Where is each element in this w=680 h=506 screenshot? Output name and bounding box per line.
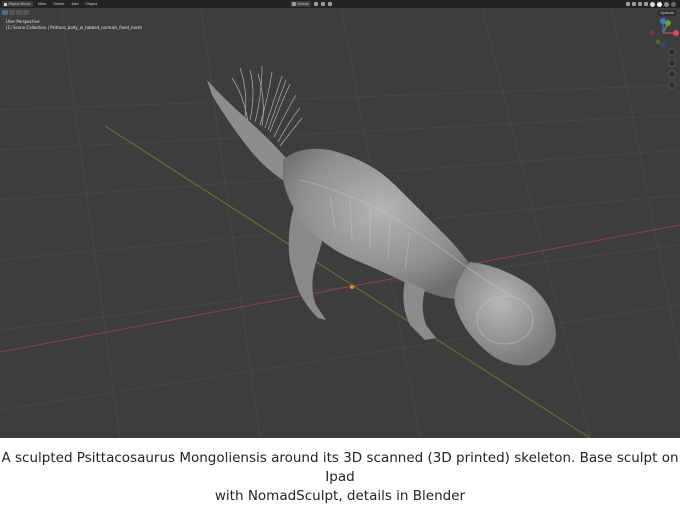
material-shading-icon[interactable] <box>664 1 669 7</box>
wireframe-shading-icon[interactable] <box>650 1 655 7</box>
3d-viewport[interactable]: Object Mode View Select Add Object Globa… <box>0 0 680 438</box>
orientation-label: Global <box>297 1 309 6</box>
neg-z-axis-icon[interactable] <box>660 42 666 48</box>
viewport-scene[interactable] <box>0 0 680 438</box>
rendered-shading-icon[interactable] <box>671 1 676 7</box>
transform-orientation-dropdown[interactable]: Global <box>290 1 311 7</box>
visibility-icon[interactable] <box>626 2 630 6</box>
camera-icon[interactable] <box>668 70 676 78</box>
origin-marker[interactable] <box>350 285 354 289</box>
menu-object[interactable]: Object <box>84 0 100 8</box>
image-caption: A sculpted Psittacosaurus Mongoliensis a… <box>0 449 680 506</box>
overlay-toggle-icon[interactable] <box>638 2 642 6</box>
object-mode-icon <box>4 2 7 6</box>
select-toolbar <box>2 10 29 15</box>
menu-add[interactable]: Add <box>69 0 80 8</box>
select-invert-icon[interactable] <box>23 10 29 15</box>
zoom-icon[interactable] <box>668 48 676 56</box>
pivot-icon[interactable] <box>313 2 318 6</box>
x-axis-icon[interactable] <box>673 30 679 36</box>
z-axis-icon[interactable] <box>660 18 666 24</box>
mode-label: Object Mode <box>8 1 31 6</box>
head <box>454 262 556 366</box>
neg-y-axis-icon[interactable] <box>655 39 661 45</box>
select-box-icon[interactable] <box>2 10 8 15</box>
snap-icon[interactable] <box>320 2 325 6</box>
caption-line-2: with NomadSculpt, details in Blender <box>214 488 466 504</box>
xray-toggle-icon[interactable] <box>644 2 648 6</box>
navigation-tools <box>668 48 676 89</box>
menu-view[interactable]: View <box>36 0 49 8</box>
mode-dropdown[interactable]: Object Mode <box>2 1 33 7</box>
viewport-header: Object Mode View Select Add Object Globa… <box>0 0 680 8</box>
navigation-gizmo[interactable] <box>646 16 680 50</box>
neg-x-axis-icon[interactable] <box>649 30 655 36</box>
proportional-edit-icon[interactable] <box>327 2 332 6</box>
hand-pan-icon[interactable] <box>668 59 676 67</box>
grid-icon[interactable] <box>668 81 676 89</box>
caption-line-1: A sculpted Psittacosaurus Mongoliensis a… <box>1 450 679 485</box>
select-subtract-icon[interactable] <box>16 10 22 15</box>
orientation-icon <box>292 2 296 6</box>
menu-select[interactable]: Select <box>51 0 66 8</box>
gizmo-toggle-icon[interactable] <box>632 2 636 6</box>
solid-shading-icon[interactable] <box>657 1 662 7</box>
collection-info: (1) Scene Collection | Psittaco_body_w_t… <box>6 25 142 30</box>
psittacosaurus-model[interactable] <box>207 65 556 366</box>
view-name: User Perspective <box>6 19 40 24</box>
select-extend-icon[interactable] <box>9 10 15 15</box>
